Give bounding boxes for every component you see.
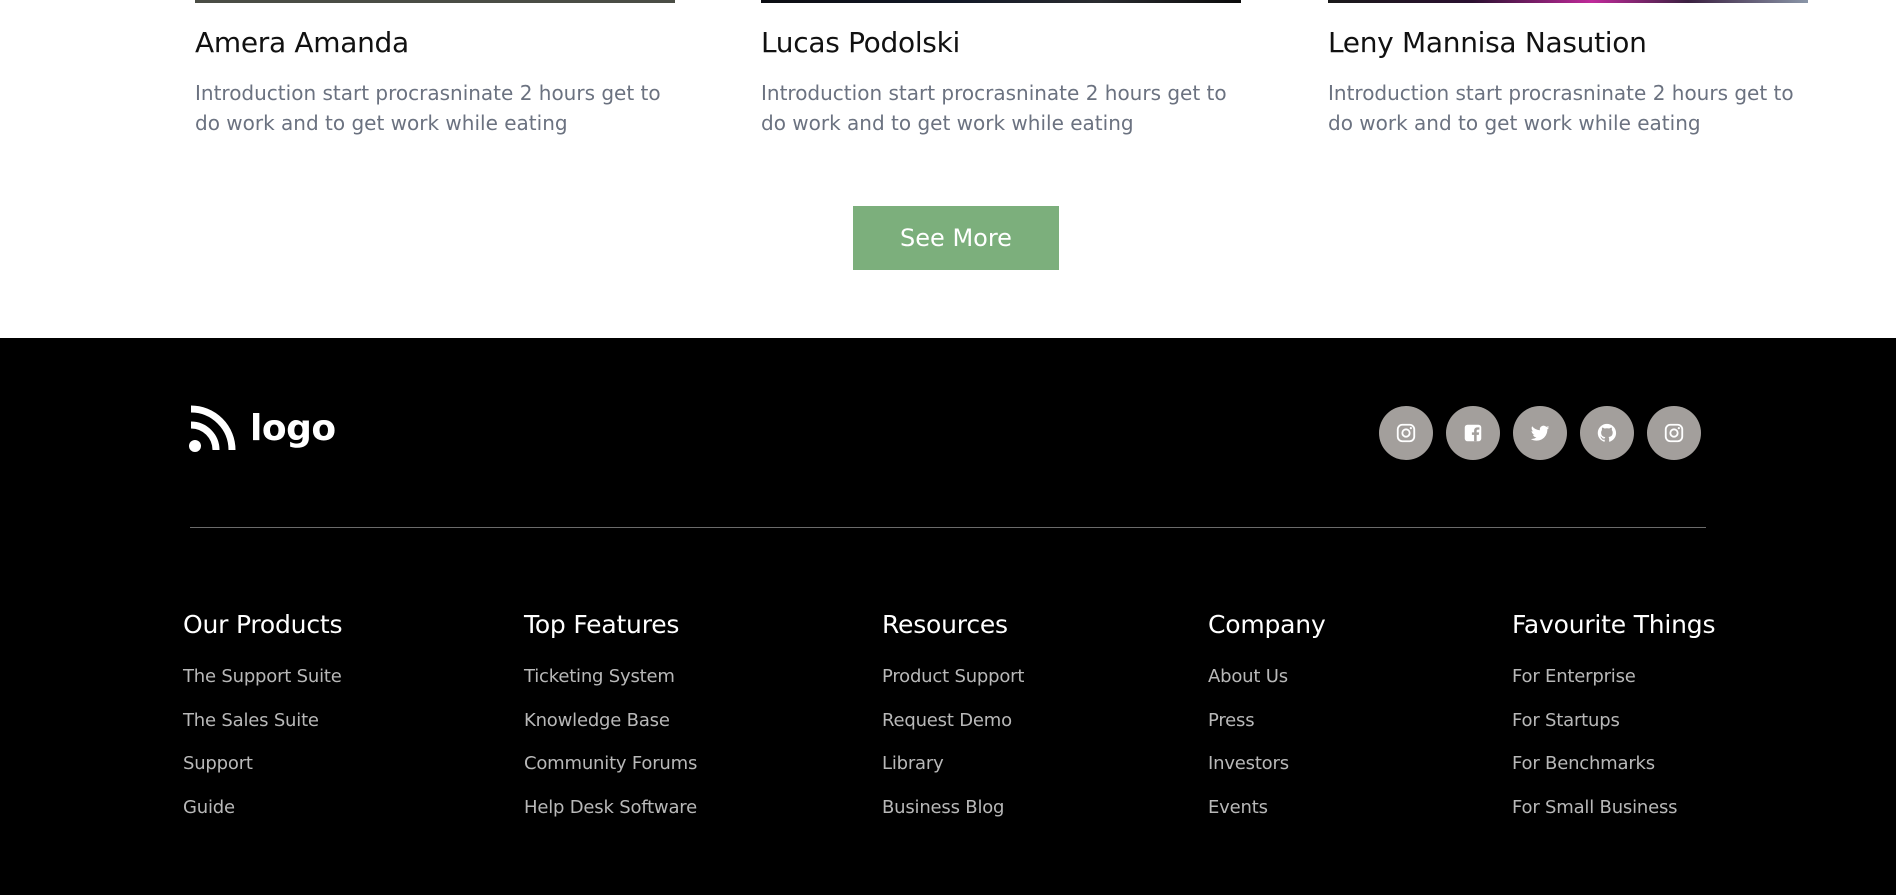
facebook-link[interactable]: [1446, 406, 1500, 460]
team-card-photo: [195, 0, 675, 3]
footer-link[interactable]: Investors: [1208, 753, 1289, 774]
team-card-name: Lucas Podolski: [761, 26, 960, 59]
facebook-icon: [1464, 424, 1482, 442]
team-section: Amera Amanda Introduction start procrasn…: [0, 0, 1896, 338]
twitter-icon: [1530, 425, 1550, 441]
footer-link[interactable]: Guide: [183, 797, 235, 818]
footer-link[interactable]: The Support Suite: [183, 666, 342, 687]
footer-link[interactable]: For Enterprise: [1512, 666, 1636, 687]
footer-link[interactable]: The Sales Suite: [183, 710, 319, 731]
github-link[interactable]: [1580, 406, 1634, 460]
team-card-name: Amera Amanda: [195, 26, 409, 59]
footer-link[interactable]: Business Blog: [882, 797, 1004, 818]
see-more-button[interactable]: See More: [853, 206, 1059, 270]
footer-link[interactable]: For Small Business: [1512, 797, 1678, 818]
footer-column-top-features: Top Features Ticketing System Knowledge …: [524, 610, 697, 818]
footer-link[interactable]: For Benchmarks: [1512, 753, 1655, 774]
footer-link[interactable]: Help Desk Software: [524, 797, 697, 818]
footer-link[interactable]: Community Forums: [524, 753, 697, 774]
github-icon: [1597, 423, 1617, 442]
footer-column-title: Company: [1208, 610, 1326, 639]
footer-column-our-products: Our Products The Support Suite The Sales…: [183, 610, 343, 818]
instagram-icon: [1664, 423, 1684, 443]
footer-link[interactable]: Events: [1208, 797, 1268, 818]
footer-column-title: Resources: [882, 610, 1008, 639]
social-links: [1379, 406, 1701, 460]
footer-logo[interactable]: logo: [188, 403, 336, 453]
footer-column-resources: Resources Product Support Request Demo L…: [882, 610, 1024, 818]
footer-link[interactable]: Product Support: [882, 666, 1024, 687]
footer-link[interactable]: For Startups: [1512, 710, 1620, 731]
team-card-description: Introduction start procrasninate 2 hours…: [1328, 81, 1794, 135]
logo-icon: [189, 405, 236, 452]
footer-link[interactable]: Request Demo: [882, 710, 1012, 731]
footer-divider: [190, 527, 1706, 528]
footer-link[interactable]: Library: [882, 753, 944, 774]
footer-link[interactable]: About Us: [1208, 666, 1288, 687]
instagram-link[interactable]: [1379, 406, 1433, 460]
twitter-link[interactable]: [1513, 406, 1567, 460]
footer-link[interactable]: Ticketing System: [524, 666, 675, 687]
team-card-photo: [1328, 0, 1808, 3]
footer-column-company: Company About Us Press Investors Events: [1208, 610, 1326, 818]
footer-column-favourite-things: Favourite Things For Enterprise For Star…: [1512, 610, 1716, 818]
team-card-photo: [761, 0, 1241, 3]
site-footer: logo Our Products The Support Suite The …: [0, 338, 1896, 895]
footer-column-title: Top Features: [524, 610, 680, 639]
team-card-name: Leny Mannisa Nasution: [1328, 26, 1647, 59]
footer-column-title: Our Products: [183, 610, 343, 639]
instagram-link[interactable]: [1647, 406, 1701, 460]
team-card-description: Introduction start procrasninate 2 hours…: [195, 81, 661, 135]
team-card-description: Introduction start procrasninate 2 hours…: [761, 81, 1227, 135]
footer-link[interactable]: Press: [1208, 710, 1255, 731]
footer-link[interactable]: Support: [183, 753, 253, 774]
footer-column-title: Favourite Things: [1512, 610, 1716, 639]
instagram-icon: [1396, 423, 1416, 443]
logo-text: logo: [250, 407, 336, 449]
footer-link[interactable]: Knowledge Base: [524, 710, 670, 731]
